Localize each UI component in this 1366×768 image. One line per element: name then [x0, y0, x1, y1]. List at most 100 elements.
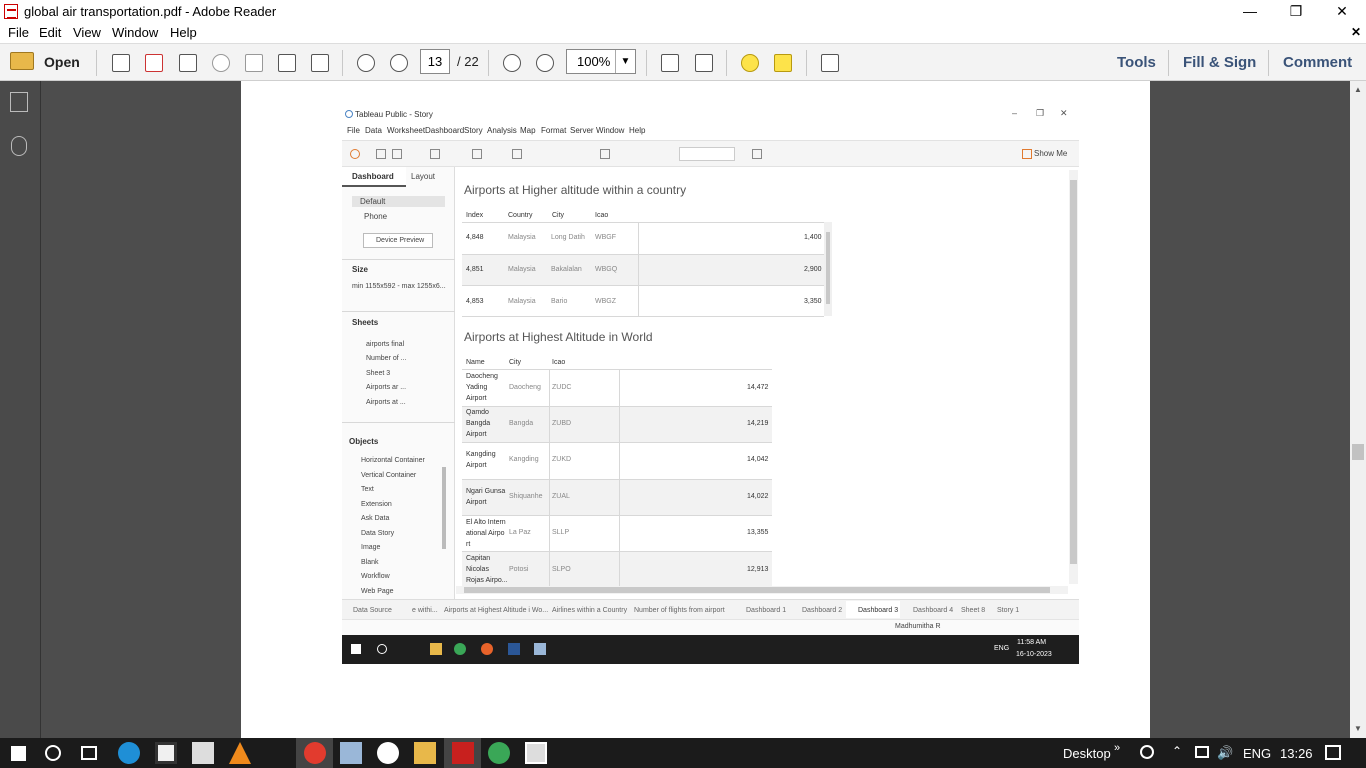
- fill-sign-button[interactable]: Fill & Sign: [1183, 54, 1256, 71]
- attachment-icon[interactable]: [11, 136, 27, 156]
- undo-icon: [376, 149, 386, 159]
- tableau-icon[interactable]: [340, 742, 362, 764]
- table2-row3-name: Kangding Airport: [466, 451, 496, 469]
- table2-row1-icao: ZUDC: [552, 384, 572, 391]
- tableau-logo-icon: [350, 149, 360, 159]
- network-icon[interactable]: [1195, 746, 1209, 758]
- close-button[interactable]: ✕: [1319, 0, 1365, 23]
- vertical-scrollbar[interactable]: ▲ ▼: [1350, 81, 1366, 738]
- close-document-icon[interactable]: ✕: [1351, 25, 1361, 39]
- show-me-icon: [1022, 149, 1032, 159]
- folder-icon[interactable]: [10, 52, 34, 70]
- menu-view[interactable]: View: [73, 25, 101, 40]
- previous-page-button[interactable]: [353, 50, 379, 76]
- tableau-menu-file: File: [347, 126, 360, 135]
- upload-button[interactable]: [208, 50, 234, 76]
- highlight-button[interactable]: [770, 50, 796, 76]
- sheet-tab: e withi...: [412, 607, 438, 614]
- email-button[interactable]: [307, 50, 333, 76]
- chrome-icon[interactable]: [488, 742, 510, 764]
- save-button[interactable]: [241, 50, 267, 76]
- scroll-up-icon[interactable]: ▲: [1354, 85, 1362, 94]
- task-view-icon[interactable]: [81, 746, 97, 760]
- comment-button[interactable]: Comment: [1283, 54, 1352, 71]
- sheet-tab: Data Source: [353, 607, 392, 614]
- edit-pdf-button[interactable]: [175, 50, 201, 76]
- zoom-select[interactable]: 100% ▼: [566, 49, 636, 74]
- next-page-button[interactable]: [386, 50, 412, 76]
- mail-icon[interactable]: [192, 742, 214, 764]
- table1-header-city: City: [552, 212, 565, 219]
- sheet-item: airports final: [366, 341, 405, 348]
- people-icon[interactable]: [1140, 745, 1154, 759]
- sheet-tab: Airlines within a Country: [552, 607, 628, 614]
- table1-row2-icao: WBGQ: [595, 266, 618, 273]
- toolbar: Open Tools Fill & Sign Comment: [0, 43, 1366, 81]
- sticky-note-button[interactable]: [737, 50, 763, 76]
- device-default: Default: [360, 197, 386, 206]
- fit-select: [679, 147, 735, 161]
- sidebar-scroll-thumb: [442, 467, 446, 549]
- search-icon[interactable]: [45, 745, 61, 761]
- page-number-input[interactable]: 13: [420, 49, 450, 74]
- menu-file[interactable]: File: [8, 25, 29, 40]
- object-item: Horizontal Container: [361, 457, 425, 464]
- notification-icon[interactable]: [1325, 745, 1341, 760]
- export-pdf-button[interactable]: [141, 50, 167, 76]
- tools-button[interactable]: Tools: [1117, 54, 1156, 71]
- tableau-window-title: Tableau Public - Story: [355, 110, 433, 119]
- chevron-down-icon[interactable]: ▼: [615, 50, 635, 73]
- tableau-logo-icon: [345, 110, 353, 118]
- language-indicator[interactable]: ENG: [1243, 746, 1271, 761]
- menu-window[interactable]: Window: [112, 25, 158, 40]
- object-item: Image: [361, 544, 381, 551]
- chevron-icon[interactable]: »: [1114, 742, 1120, 754]
- tableau-menu-dashboard: Dashboard: [425, 126, 465, 135]
- minimize-button[interactable]: —: [1227, 0, 1273, 23]
- full-screen-button[interactable]: [817, 50, 843, 76]
- create-pdf-button[interactable]: [108, 50, 134, 76]
- clock[interactable]: 13:26: [1280, 746, 1313, 761]
- table2-row4-icao: ZUAL: [552, 493, 570, 500]
- table1-row3-city: Bario: [551, 298, 568, 305]
- table1-scrollbar: [824, 222, 832, 316]
- open-button[interactable]: Open: [44, 54, 80, 70]
- file-explorer-icon[interactable]: [414, 742, 436, 764]
- fit-page-icon: [695, 54, 713, 72]
- table1-row2-city: Bakalalan: [551, 266, 582, 273]
- comment-icon: [741, 54, 759, 72]
- inner-explorer-icon: [430, 643, 442, 655]
- scroll-down-icon[interactable]: ▼: [1354, 724, 1362, 733]
- sheet-tab: Story 1: [997, 607, 1020, 614]
- taskbar-active-app[interactable]: [296, 738, 333, 768]
- zoom-in-button[interactable]: [532, 50, 558, 76]
- print-button[interactable]: [274, 50, 300, 76]
- show-me-label: Show Me: [1034, 149, 1068, 158]
- save-icon: [245, 54, 263, 72]
- print-icon: [278, 54, 296, 72]
- menu-edit[interactable]: Edit: [39, 25, 61, 40]
- edge-icon[interactable]: [118, 742, 140, 764]
- show-hidden-icons[interactable]: ⌃: [1172, 744, 1182, 758]
- photos-icon[interactable]: [525, 742, 547, 764]
- game-icon[interactable]: [377, 742, 399, 764]
- store-icon[interactable]: [155, 742, 177, 764]
- taskbar-adobe[interactable]: [444, 738, 481, 768]
- volume-icon[interactable]: 🔊: [1217, 745, 1233, 761]
- menu-help[interactable]: Help: [170, 25, 197, 40]
- tableau-menu-help: Help: [629, 126, 646, 135]
- vlc-icon[interactable]: [229, 742, 251, 764]
- fit-page-button[interactable]: [691, 50, 717, 76]
- table2-row3-city: Kangding: [509, 456, 539, 463]
- dashboard-hscroll: [456, 586, 1068, 594]
- desktop-toolbar[interactable]: Desktop: [1063, 746, 1111, 761]
- scroll-thumb[interactable]: [1352, 444, 1364, 460]
- fit-width-button[interactable]: [657, 50, 683, 76]
- pages-icon[interactable]: [10, 92, 28, 112]
- table1-header-country: Country: [508, 212, 533, 219]
- table2-header-icao: Icao: [552, 359, 566, 366]
- windows-start-icon[interactable]: [11, 746, 26, 761]
- maximize-button[interactable]: ❐: [1273, 0, 1319, 23]
- redo-icon: [392, 149, 402, 159]
- zoom-out-button[interactable]: [499, 50, 525, 76]
